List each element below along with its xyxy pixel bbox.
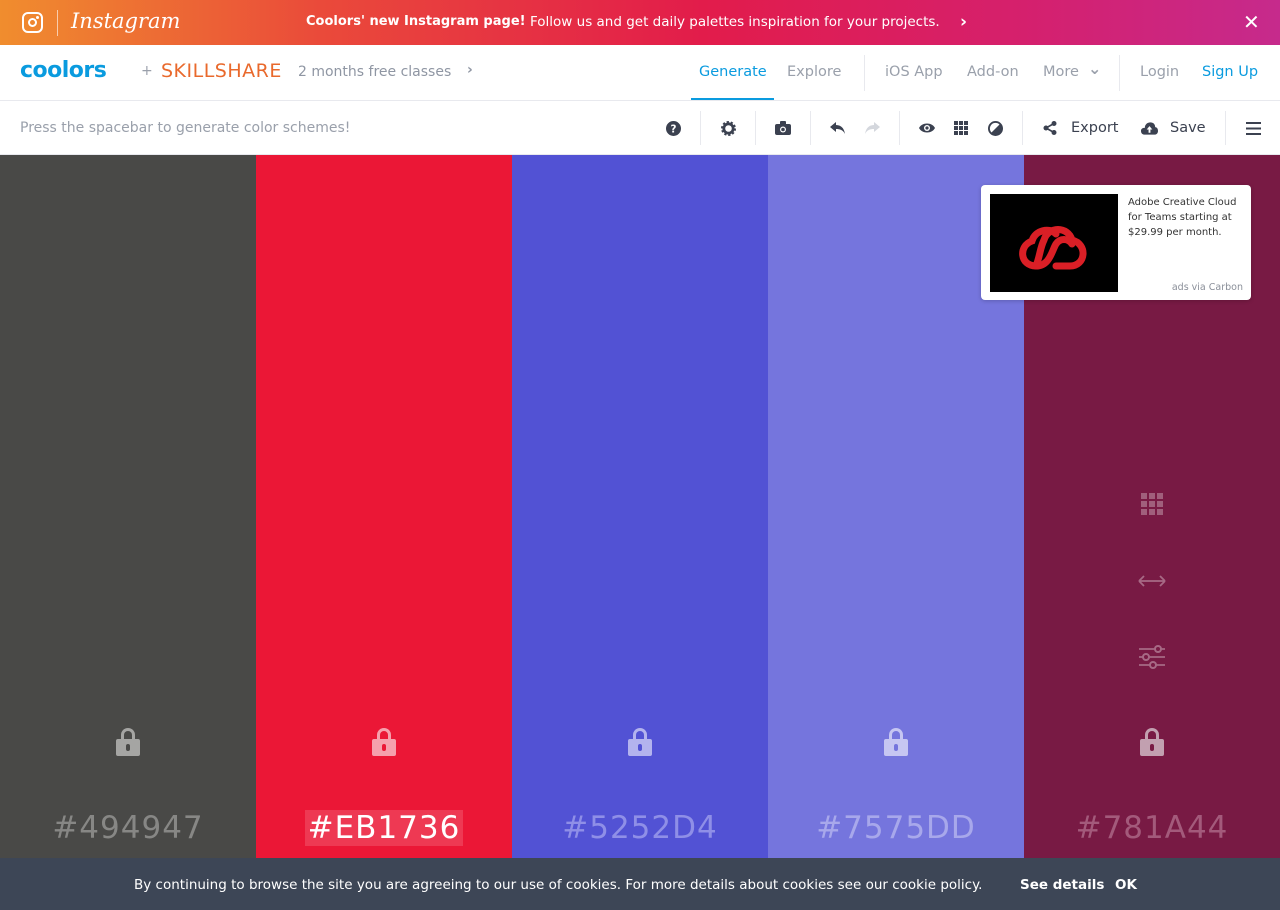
lock-icon[interactable] [372, 728, 396, 756]
nav-more[interactable]: More [1043, 64, 1079, 80]
instagram-icon [22, 12, 43, 33]
menu-icon[interactable] [1243, 118, 1263, 138]
adjust-sliders-icon[interactable] [1138, 645, 1166, 669]
nav-ios-app[interactable]: iOS App [885, 64, 943, 80]
chevron-right-icon[interactable]: › [467, 62, 473, 78]
main-navbar: coolors + SKILLSHARE 2 months free class… [0, 45, 1280, 101]
plus-sign: + [141, 63, 153, 79]
toolbar-divider [899, 111, 900, 145]
see-details-link[interactable]: See details [1020, 877, 1104, 893]
color-swatch[interactable]: #EB1736 [256, 155, 512, 858]
nav-explore[interactable]: Explore [787, 64, 841, 80]
instagram-wordmark: Instagram [71, 9, 181, 33]
toolbar-divider [1225, 111, 1226, 145]
toolbar-divider [755, 111, 756, 145]
hex-code[interactable]: #5252D4 [512, 810, 768, 846]
eye-icon[interactable] [917, 118, 937, 138]
carbon-ad[interactable]: Adobe Creative Cloud for Teams starting … [981, 185, 1251, 300]
ad-text[interactable]: Adobe Creative Cloud for Teams starting … [1128, 195, 1246, 240]
nav-divider [1119, 55, 1120, 91]
drag-arrows-icon[interactable] [1138, 569, 1166, 593]
nav-generate[interactable]: Generate [699, 64, 767, 80]
chevron-down-icon[interactable]: ⌄ [1088, 59, 1101, 78]
banner-divider [57, 10, 58, 36]
settings-icon[interactable] [718, 118, 738, 138]
toolbar-divider [810, 111, 811, 145]
chevron-right-icon[interactable]: › [960, 12, 967, 32]
active-tab-indicator [691, 98, 774, 100]
lock-icon[interactable] [628, 728, 652, 756]
export-button[interactable]: Export [1071, 120, 1118, 136]
hex-code[interactable]: #EB1736 [256, 810, 512, 846]
adobe-creative-cloud-logo[interactable] [990, 194, 1118, 292]
grid-icon[interactable] [951, 118, 971, 138]
banner-text[interactable]: Follow us and get daily palettes inspira… [530, 14, 940, 30]
color-swatch[interactable]: #494947 [0, 155, 256, 858]
spacebar-hint: Press the spacebar to generate color sch… [20, 120, 351, 136]
save-button[interactable]: Save [1170, 120, 1206, 136]
instagram-banner[interactable]: Instagram Coolors' new Instagram page! F… [0, 0, 1280, 45]
lock-icon[interactable] [884, 728, 908, 756]
contrast-icon[interactable] [985, 118, 1005, 138]
toolbar-divider [700, 111, 701, 145]
close-icon[interactable]: ✕ [1243, 10, 1260, 34]
hex-code[interactable]: #7575DD [768, 810, 1024, 846]
toolbar: Press the spacebar to generate color sch… [0, 101, 1280, 155]
help-icon[interactable]: ? [663, 118, 683, 138]
nav-signup[interactable]: Sign Up [1202, 64, 1258, 80]
svg-text:?: ? [670, 123, 676, 135]
ad-attribution[interactable]: ads via Carbon [1172, 282, 1243, 293]
promo-link[interactable]: 2 months free classes [298, 64, 451, 80]
color-swatch[interactable]: #5252D4 [512, 155, 768, 858]
shades-grid-icon[interactable] [1138, 492, 1166, 516]
nav-divider [864, 55, 865, 91]
skillshare-logo[interactable]: SKILLSHARE [161, 60, 282, 82]
banner-headline[interactable]: Coolors' new Instagram page! [306, 14, 526, 29]
toolbar-divider [1022, 111, 1023, 145]
coolors-logo[interactable]: coolors [20, 58, 107, 83]
camera-icon[interactable] [773, 118, 793, 138]
lock-icon[interactable] [1140, 728, 1164, 756]
nav-login[interactable]: Login [1140, 64, 1179, 80]
lock-icon[interactable] [116, 728, 140, 756]
cookie-text: By continuing to browse the site you are… [134, 877, 983, 893]
cookie-ok-button[interactable]: OK [1115, 877, 1137, 893]
cloud-upload-icon[interactable] [1139, 118, 1159, 138]
undo-icon[interactable] [828, 118, 848, 138]
nav-add-on[interactable]: Add-on [967, 64, 1019, 80]
hex-code[interactable]: #781A44 [1024, 810, 1280, 846]
hex-code[interactable]: #494947 [0, 810, 256, 846]
cookie-bar: By continuing to browse the site you are… [0, 858, 1280, 910]
share-icon[interactable] [1040, 118, 1060, 138]
redo-icon[interactable] [862, 118, 882, 138]
